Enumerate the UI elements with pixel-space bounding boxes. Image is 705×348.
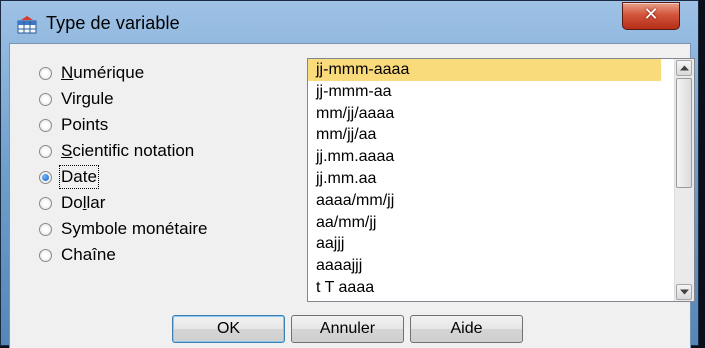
close-button[interactable]: ✕ — [622, 2, 680, 30]
radio-button-icon[interactable] — [39, 92, 52, 106]
radio-option[interactable]: Dollar — [39, 190, 207, 216]
radio-option[interactable]: Chaîne — [39, 242, 207, 268]
date-format-listbox[interactable]: jj-mmm-aaaa jj-mmm-aa mm/jj/aaaa mm/jj/aa jj… — [307, 58, 695, 302]
radio-option[interactable]: Points — [39, 112, 207, 138]
radio-option-label: Scientific notation — [61, 141, 195, 160]
radio-option[interactable]: Numérique — [39, 60, 207, 86]
scroll-down-button[interactable] — [676, 284, 692, 300]
title-bar[interactable]: Type de variable ✕ — [1, 1, 698, 43]
date-format-list-item[interactable]: jj-mmm-aa — [308, 81, 661, 103]
radio-option-label: Numérique — [61, 63, 145, 82]
scroll-up-button[interactable] — [676, 60, 692, 76]
dialog-body: Numérique Virgule Points Scientific notatio… — [9, 43, 695, 348]
arrow-up-icon — [680, 65, 689, 71]
cancel-button[interactable]: Annuler — [291, 315, 404, 343]
date-format-list-item[interactable]: mm/jj/aa — [308, 124, 661, 146]
vertical-scrollbar[interactable] — [674, 59, 694, 301]
radio-option[interactable]: Scientific notation — [39, 138, 207, 164]
radio-option-label: Chaîne — [61, 245, 116, 264]
radio-option[interactable]: Virgule — [39, 86, 207, 112]
date-format-list-item[interactable]: t T — [308, 299, 661, 302]
ok-button[interactable]: OK — [172, 315, 285, 343]
help-button[interactable]: Aide — [410, 315, 523, 343]
radio-option[interactable]: Date — [39, 164, 207, 190]
variable-type-radio-group: Numérique Virgule Points Scientific notatio… — [39, 60, 207, 268]
radio-option-label: Date — [59, 165, 99, 189]
radio-button-icon[interactable] — [39, 144, 52, 158]
radio-button-icon[interactable] — [39, 170, 52, 184]
date-format-list-item[interactable]: t T aaaa — [308, 277, 661, 299]
date-format-list-item[interactable]: aaaa/mm/jj — [308, 190, 661, 212]
radio-option-label: Symbole monétaire — [61, 219, 208, 238]
date-format-list-item[interactable]: aaaajjj — [308, 255, 661, 277]
radio-option[interactable]: Symbole monétaire — [39, 216, 207, 242]
date-format-list-item[interactable]: aa/mm/jj — [308, 212, 661, 234]
close-icon: ✕ — [643, 4, 659, 25]
radio-button-icon[interactable] — [39, 196, 52, 210]
variable-type-icon — [17, 16, 37, 34]
radio-option-label: Dollar — [61, 193, 106, 212]
date-format-list-item[interactable]: jj-mmm-aaaa — [308, 59, 661, 81]
date-format-list-item[interactable]: jj.mm.aa — [308, 168, 661, 190]
arrow-down-icon — [680, 289, 689, 295]
date-format-list: jj-mmm-aaaa jj-mmm-aa mm/jj/aaaa mm/jj/aa jj… — [308, 59, 661, 302]
date-format-list-item[interactable]: mm/jj/aaaa — [308, 103, 661, 125]
radio-button-icon[interactable] — [39, 222, 52, 236]
radio-button-icon[interactable] — [39, 66, 52, 80]
window-title: Type de variable — [46, 13, 180, 33]
scrollbar-thumb[interactable] — [676, 78, 692, 188]
dialog-window: Type de variable ✕ Numérique Virgule Point… — [0, 0, 699, 348]
date-format-list-item[interactable]: aajjj — [308, 233, 661, 255]
radio-option-label: Points — [61, 115, 109, 134]
date-format-list-item[interactable]: jj.mm.aaaa — [308, 146, 661, 168]
radio-button-icon[interactable] — [39, 248, 52, 262]
radio-option-label: Virgule — [61, 89, 114, 108]
radio-button-icon[interactable] — [39, 118, 52, 132]
